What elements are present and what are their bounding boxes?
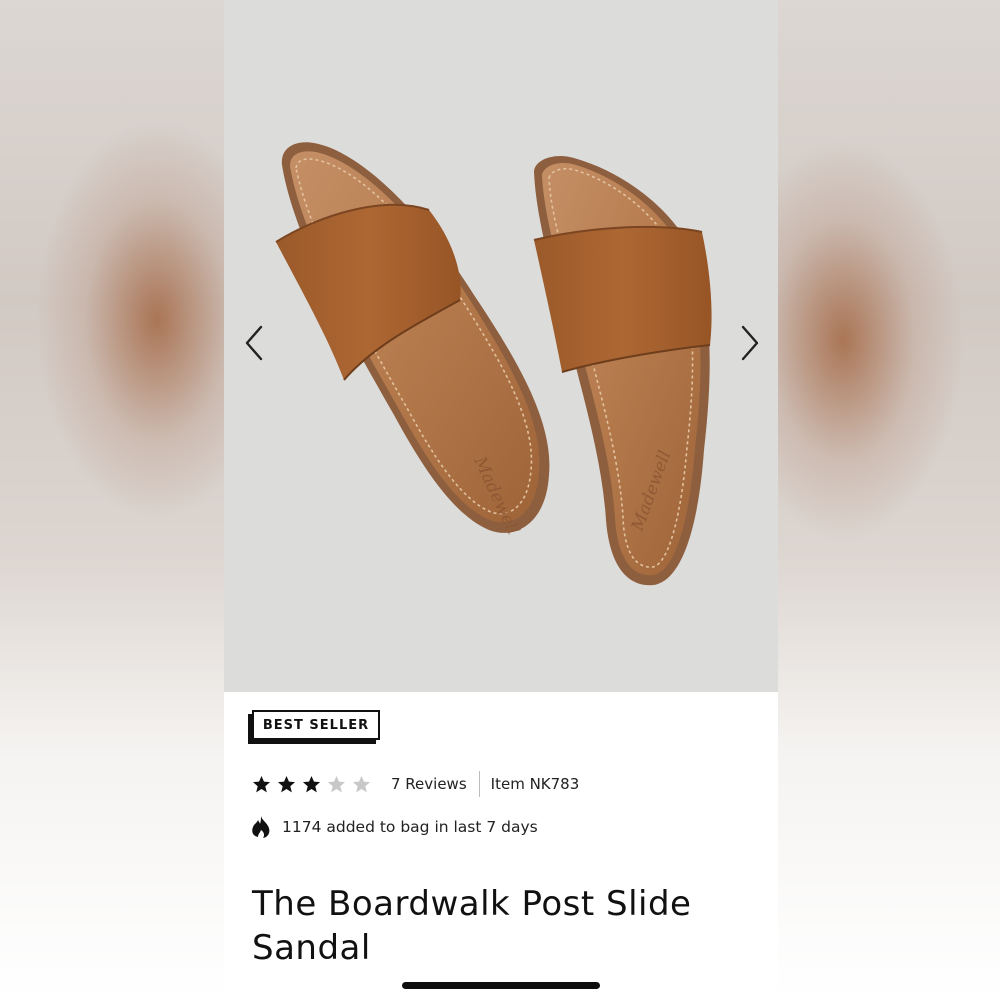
added-to-bag-text: 1174 added to bag in last 7 days — [282, 818, 538, 836]
product-page: Madewell Madewell BEST SELLER 7 Reviews … — [224, 0, 778, 1000]
rating-row: 7 Reviews Item NK783 — [252, 770, 579, 798]
blurred-backdrop-left — [0, 0, 224, 1000]
product-image: Madewell Madewell — [275, 142, 712, 586]
previous-image-button[interactable] — [236, 322, 272, 364]
product-details: BEST SELLER 7 Reviews Item NK783 1174 ad… — [224, 692, 778, 1000]
next-image-button[interactable] — [732, 322, 768, 364]
blurred-backdrop-right — [776, 0, 1000, 1000]
star-empty-icon — [327, 775, 346, 792]
social-proof: 1174 added to bag in last 7 days — [250, 814, 538, 840]
right-sandal: Madewell — [533, 155, 712, 586]
star-filled-icon — [277, 775, 296, 792]
badge-label: BEST SELLER — [252, 710, 380, 740]
reviews-link[interactable]: 7 Reviews — [391, 775, 467, 793]
chevron-right-icon — [741, 325, 759, 361]
home-indicator[interactable] — [402, 982, 600, 989]
flame-icon — [252, 816, 270, 838]
star-filled-icon — [252, 775, 271, 792]
star-rating[interactable] — [252, 775, 371, 794]
best-seller-badge: BEST SELLER — [248, 710, 382, 746]
left-sandal: Madewell — [275, 142, 550, 538]
divider — [478, 771, 480, 797]
chevron-left-icon — [245, 325, 263, 361]
product-image-gallery[interactable]: Madewell Madewell — [224, 0, 778, 692]
star-empty-icon — [352, 775, 371, 792]
product-title: The Boardwalk Post Slide Sandal — [252, 884, 692, 968]
star-filled-icon — [302, 775, 321, 792]
item-number: Item NK783 — [490, 775, 580, 793]
